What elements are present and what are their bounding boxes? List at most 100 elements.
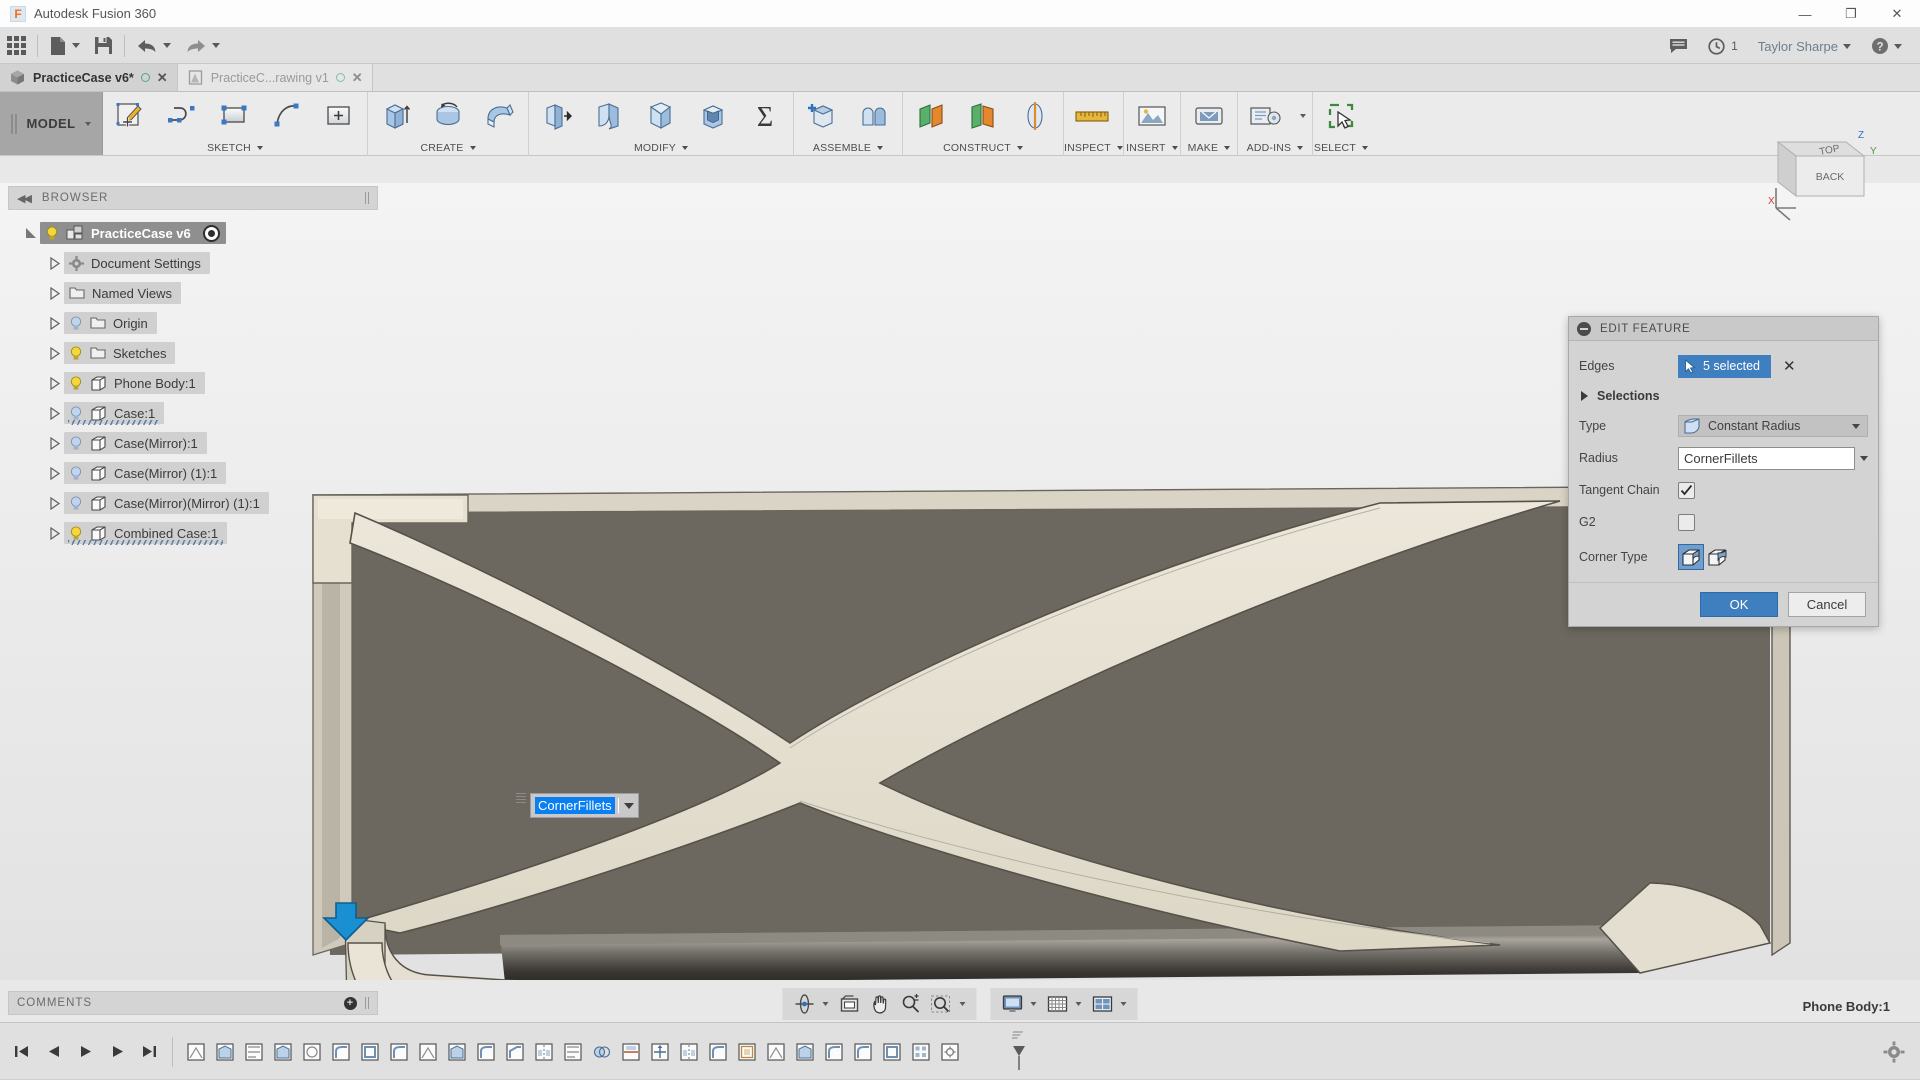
tree-chip-phone-body[interactable]: Phone Body:1 [64,372,205,394]
close-button[interactable]: ✕ [1874,0,1920,28]
timeline-feature[interactable] [616,1038,645,1065]
tree-row-case-mirror-1[interactable]: Case(Mirror) (1):1 [8,458,378,488]
collapse-icon[interactable]: ◀◀ [17,192,30,205]
timeline-feature[interactable] [384,1038,413,1065]
collapse-icon[interactable] [1577,322,1591,336]
help-button[interactable]: ? [1861,32,1912,60]
close-icon[interactable]: ✕ [157,70,168,86]
workspace-selector[interactable]: MODEL [0,92,103,155]
skip-to-end-button[interactable] [134,1035,164,1069]
radius-input[interactable]: CornerFillets [1678,447,1855,470]
tree-chip-origin[interactable]: Origin [64,312,157,334]
expand-arrow-icon[interactable] [46,497,64,510]
comments-panel[interactable]: COMMENTS + [8,991,378,1015]
line-button[interactable] [157,94,209,138]
tree-chip-case-mirror[interactable]: Case(Mirror):1 [64,432,207,454]
plane-at-angle-button[interactable] [957,94,1009,138]
parameters-button[interactable]: Σ [739,94,791,138]
timeline-feature[interactable] [645,1038,674,1065]
light-bulb-icon[interactable] [69,346,83,361]
ribbon-group-label[interactable]: INSPECT [1064,139,1123,156]
timeline-feature[interactable] [181,1038,210,1065]
step-back-button[interactable] [38,1035,68,1069]
tree-chip-sketches[interactable]: Sketches [64,342,175,364]
timeline-feature[interactable] [355,1038,384,1065]
addins-caret-button[interactable] [1292,94,1310,138]
add-comment-button[interactable]: + [344,997,357,1010]
tree-row-case-mirror[interactable]: Case(Mirror):1 [8,428,378,458]
undo-button[interactable] [129,31,178,61]
scripts-addins-button[interactable] [1240,94,1292,138]
timeline-track[interactable] [181,1032,1868,1072]
timeline-feature[interactable] [413,1038,442,1065]
skip-to-start-button[interactable] [6,1035,36,1069]
light-bulb-icon[interactable] [69,436,83,451]
play-button[interactable] [70,1035,100,1069]
view-cube[interactable]: TOP BACK X Y Z [1760,130,1880,225]
tree-chip-combined-case[interactable]: Combined Case:1 [64,522,227,544]
timeline-feature[interactable] [326,1038,355,1065]
document-tab-drawing[interactable]: PracticeC...rawing v1 ✕ [178,64,373,91]
tree-chip-case-mirror-1[interactable]: Case(Mirror) (1):1 [64,462,226,484]
tree-row-combined-case[interactable]: Combined Case:1 [8,518,378,548]
timeline-feature[interactable] [558,1038,587,1065]
type-dropdown[interactable]: Constant Radius [1678,415,1868,437]
orbit-button[interactable] [789,990,834,1018]
g2-checkbox[interactable] [1678,514,1695,531]
expand-arrow-icon[interactable] [46,437,64,450]
look-at-button[interactable] [834,990,866,1018]
ribbon-group-label[interactable]: CREATE [368,139,528,156]
close-icon[interactable]: ✕ [352,70,363,86]
shell-button[interactable] [687,94,739,138]
revolve-button[interactable] [422,94,474,138]
save-button[interactable] [87,31,120,61]
ribbon-group-label[interactable]: MODIFY [529,139,793,156]
fillet-button[interactable] [583,94,635,138]
light-bulb-icon[interactable] [69,406,83,421]
ribbon-group-label[interactable]: CONSTRUCT [903,139,1063,156]
expand-arrow-icon[interactable] [46,257,64,270]
browser-header[interactable]: ◀◀ BROWSER [8,186,378,210]
timeline-feature[interactable] [471,1038,500,1065]
tree-chip-case[interactable]: Case:1 [64,402,164,424]
rectangle-button[interactable] [209,94,261,138]
new-component-button[interactable] [796,94,848,138]
selections-section-toggle[interactable]: Selections [1579,382,1868,410]
timeline-feature[interactable] [210,1038,239,1065]
timeline-feature[interactable] [790,1038,819,1065]
maximize-button[interactable]: ❐ [1828,0,1874,28]
canvas-input-grip[interactable] [516,793,526,803]
tree-row-origin[interactable]: Origin [8,308,378,338]
canvas-input-value[interactable]: CornerFillets [535,797,615,814]
light-bulb-icon[interactable] [69,496,83,511]
tree-chip-named-views[interactable]: Named Views [64,282,181,304]
step-forward-button[interactable] [102,1035,132,1069]
display-settings-button[interactable] [997,990,1042,1018]
arc-button[interactable] [261,94,313,138]
document-tab-model[interactable]: PracticeCase v6* ✕ [0,64,178,91]
sketch-more-button[interactable] [313,94,365,138]
expand-arrow-icon[interactable] [46,347,64,360]
tree-row-case-mirror-mirror-1[interactable]: Case(Mirror)(Mirror) (1):1 [8,488,378,518]
expand-arrow-icon[interactable] [46,317,64,330]
light-bulb-icon[interactable] [69,526,83,541]
timeline-feature[interactable] [732,1038,761,1065]
expand-arrow-icon[interactable] [46,527,64,540]
tree-row-sketches[interactable]: Sketches [8,338,378,368]
clear-selection-button[interactable]: ✕ [1783,357,1796,375]
insert-mesh-button[interactable] [1126,94,1178,138]
ribbon-group-label[interactable]: INSERT [1124,139,1180,156]
timeline-playhead[interactable] [1012,1030,1026,1070]
press-pull-button[interactable] [531,94,583,138]
tree-row-phone-body[interactable]: Phone Body:1 [8,368,378,398]
3d-print-button[interactable] [1183,94,1235,138]
sweep-button[interactable] [474,94,526,138]
timeline-feature-active[interactable] [703,1038,732,1065]
offset-plane-button[interactable] [905,94,957,138]
zoom-button[interactable] [896,990,926,1018]
corner-type-rolling-ball-button[interactable] [1678,544,1704,570]
redo-button[interactable] [178,31,227,61]
timeline-settings-button[interactable] [1868,1041,1920,1063]
timeline-feature[interactable] [906,1038,935,1065]
timeline-feature[interactable] [761,1038,790,1065]
